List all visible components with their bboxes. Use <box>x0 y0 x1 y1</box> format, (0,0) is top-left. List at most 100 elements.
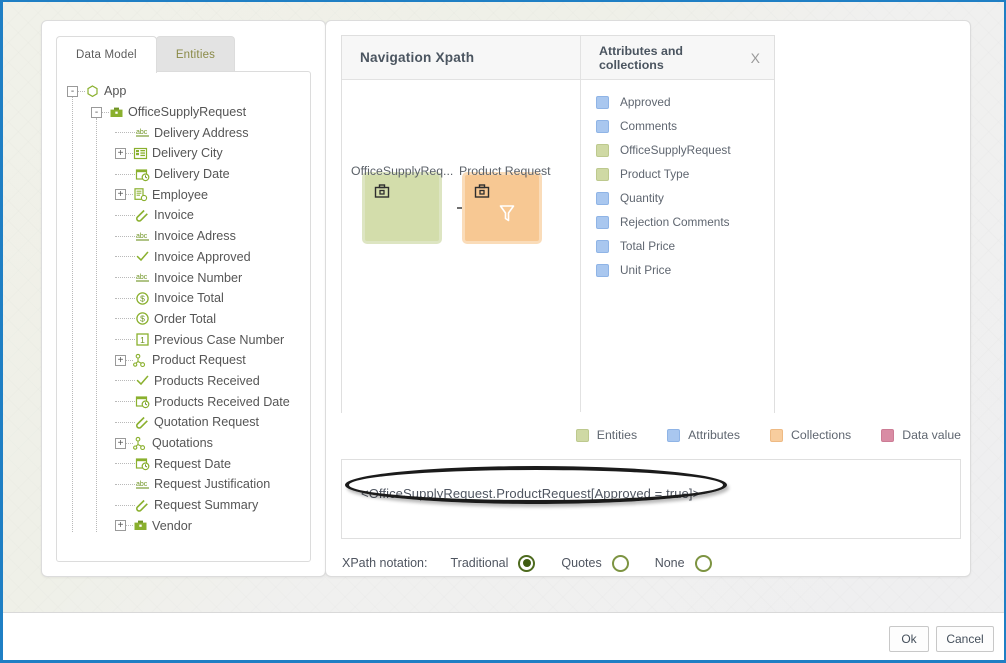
tree-item-order-total[interactable]: $ Order Total <box>57 309 310 330</box>
tree-item-label: Request Justification <box>154 477 271 492</box>
svg-text:abc: abc <box>136 274 148 281</box>
attribute-item-approved[interactable]: Approved <box>581 90 774 114</box>
tab-entities[interactable]: Entities <box>155 36 236 73</box>
tree-item-label: Order Total <box>154 311 217 326</box>
ok-button[interactable]: Ok <box>889 626 929 652</box>
tree-item-invoice-number[interactable]: abc Invoice Number <box>57 267 310 288</box>
radio-quotes[interactable]: Quotes <box>561 554 629 572</box>
tree-item-invoice-adress[interactable]: abc Invoice Adress <box>57 226 310 247</box>
data-model-tree[interactable]: - App - OfficeSupplyRequest abc Delivery Addr… <box>56 71 311 562</box>
tree-expander-toggle[interactable]: - <box>67 85 78 97</box>
attribute-item-comments[interactable]: Comments <box>581 114 774 138</box>
radio-traditional-label: Traditional <box>450 556 509 570</box>
tree-item-invoice-approved[interactable]: Invoice Approved <box>57 247 310 268</box>
svg-text:$: $ <box>140 293 145 303</box>
attributes-and-collections-panel: Attributes and collections X Approved Com… <box>580 36 774 412</box>
svg-text:abc: abc <box>136 233 148 240</box>
filter-icon <box>497 202 517 224</box>
svg-text:abc: abc <box>136 481 148 488</box>
radio-traditional-control[interactable] <box>518 554 536 572</box>
radio-none-control[interactable] <box>694 554 712 572</box>
attribute-item-product-type[interactable]: Product Type <box>581 162 774 186</box>
attribute-item-quantity[interactable]: Quantity <box>581 186 774 210</box>
radio-none[interactable]: None <box>654 554 712 572</box>
xpath-expression-text: <OfficeSupplyRequest.ProductRequest[Appr… <box>361 486 701 501</box>
abc-icon: abc <box>135 229 150 244</box>
tree-item-label: Invoice Adress <box>154 229 236 244</box>
tree-item-delivery-address[interactable]: abc Delivery Address <box>57 122 310 143</box>
collection-icon <box>133 353 148 368</box>
panel-tabs: Data Model Entities <box>56 35 236 73</box>
briefcase-icon <box>133 518 148 533</box>
tree-item-request-date[interactable]: Request Date <box>57 453 310 474</box>
tree-item-label: Request Date <box>154 456 232 471</box>
attribute-item-rejection-comments[interactable]: Rejection Comments <box>581 210 774 234</box>
navigation-xpath-panel: Navigation Xpath OfficeSupplyReq... Prod… <box>325 20 971 577</box>
tree-item-previous-case-number[interactable]: 1 Previous Case Number <box>57 329 310 350</box>
tree-item-products-received[interactable]: Products Received <box>57 371 310 392</box>
radio-quotes-control[interactable] <box>611 554 629 572</box>
tree-item-label: Invoice Approved <box>154 249 251 264</box>
tree-item-label: Products Received Date <box>154 394 290 409</box>
abc-icon: abc <box>135 477 150 492</box>
tree-item-delivery-date[interactable]: Delivery Date <box>57 164 310 185</box>
xpath-expression-box[interactable]: <OfficeSupplyRequest.ProductRequest[Appr… <box>341 459 961 539</box>
tree-item-label: Invoice <box>154 208 194 223</box>
svg-text:abc: abc <box>136 129 148 136</box>
attribute-item-total-price[interactable]: Total Price <box>581 234 774 258</box>
color-swatch <box>596 143 609 157</box>
close-icon[interactable]: X <box>751 50 760 66</box>
tree-item-quotation-request[interactable]: Quotation Request <box>57 412 310 433</box>
calendar-icon <box>135 167 150 182</box>
tree-item-label: OfficeSupplyRequest <box>128 105 247 120</box>
cancel-button[interactable]: Cancel <box>936 626 994 652</box>
tree-expander-toggle[interactable]: - <box>91 106 102 118</box>
attribute-item-unit-price[interactable]: Unit Price <box>581 258 774 282</box>
tree-item-invoice-total[interactable]: $ Invoice Total <box>57 288 310 309</box>
legend-item-entities: Entities <box>575 428 637 442</box>
tree-item-officesupplyrequest[interactable]: - OfficeSupplyRequest <box>57 102 310 123</box>
tree-item-employee[interactable]: + Employee <box>57 184 310 205</box>
calendar-icon <box>135 456 150 471</box>
tree-item-app[interactable]: - App <box>57 81 310 102</box>
tree-item-delivery-city[interactable]: + Delivery City <box>57 143 310 164</box>
check-icon <box>135 373 150 388</box>
tree-item-quotations[interactable]: + Quotations <box>57 433 310 454</box>
attribute-item-officesupplyrequest[interactable]: OfficeSupplyRequest <box>581 138 774 162</box>
diagram-node-collection[interactable] <box>462 172 542 244</box>
tree-item-label: Delivery Date <box>154 167 230 182</box>
tree-expander-toggle[interactable]: + <box>115 354 126 366</box>
radio-none-label: None <box>654 556 685 570</box>
attribute-item-label: Approved <box>620 95 671 109</box>
tree-item-invoice[interactable]: Invoice <box>57 205 310 226</box>
tree-expander-toggle[interactable]: + <box>115 437 126 449</box>
data-model-panel: Data Model Entities - App - OfficeSupplyReq… <box>41 20 326 577</box>
tab-data-model[interactable]: Data Model <box>56 36 157 73</box>
attribute-item-label: OfficeSupplyRequest <box>620 143 731 157</box>
tree-expander-toggle[interactable]: + <box>115 189 126 201</box>
attribute-item-label: Quantity <box>620 191 664 205</box>
tree-item-request-justification[interactable]: abc Request Justification <box>57 474 310 495</box>
legend-item-label: Collections <box>791 428 852 442</box>
tree-item-request-summary[interactable]: Request Summary <box>57 495 310 516</box>
tree-item-label: Products Received <box>154 373 260 388</box>
color-swatch <box>596 263 609 277</box>
color-swatch <box>596 191 609 205</box>
radio-traditional[interactable]: Traditional <box>450 554 536 572</box>
hexagon-icon <box>85 84 100 99</box>
tree-expander-toggle[interactable]: + <box>115 520 126 532</box>
abc-icon: abc <box>135 270 150 285</box>
color-swatch <box>596 215 609 229</box>
tree-item-product-request[interactable]: + Product Request <box>57 350 310 371</box>
page-title: Navigation Xpath <box>360 50 475 65</box>
tree-item-label: Invoice Total <box>154 291 224 306</box>
tree-item-label: App <box>104 84 127 99</box>
currency-icon: $ <box>135 311 150 326</box>
tree-item-vendor[interactable]: + Vendor <box>57 515 310 536</box>
tree-item-products-received-date[interactable]: Products Received Date <box>57 391 310 412</box>
collection-icon <box>133 436 148 451</box>
color-swatch <box>575 428 589 442</box>
diagram-node-entity[interactable] <box>362 172 442 244</box>
abc-icon: abc <box>135 125 150 140</box>
tree-expander-toggle[interactable]: + <box>115 147 126 159</box>
